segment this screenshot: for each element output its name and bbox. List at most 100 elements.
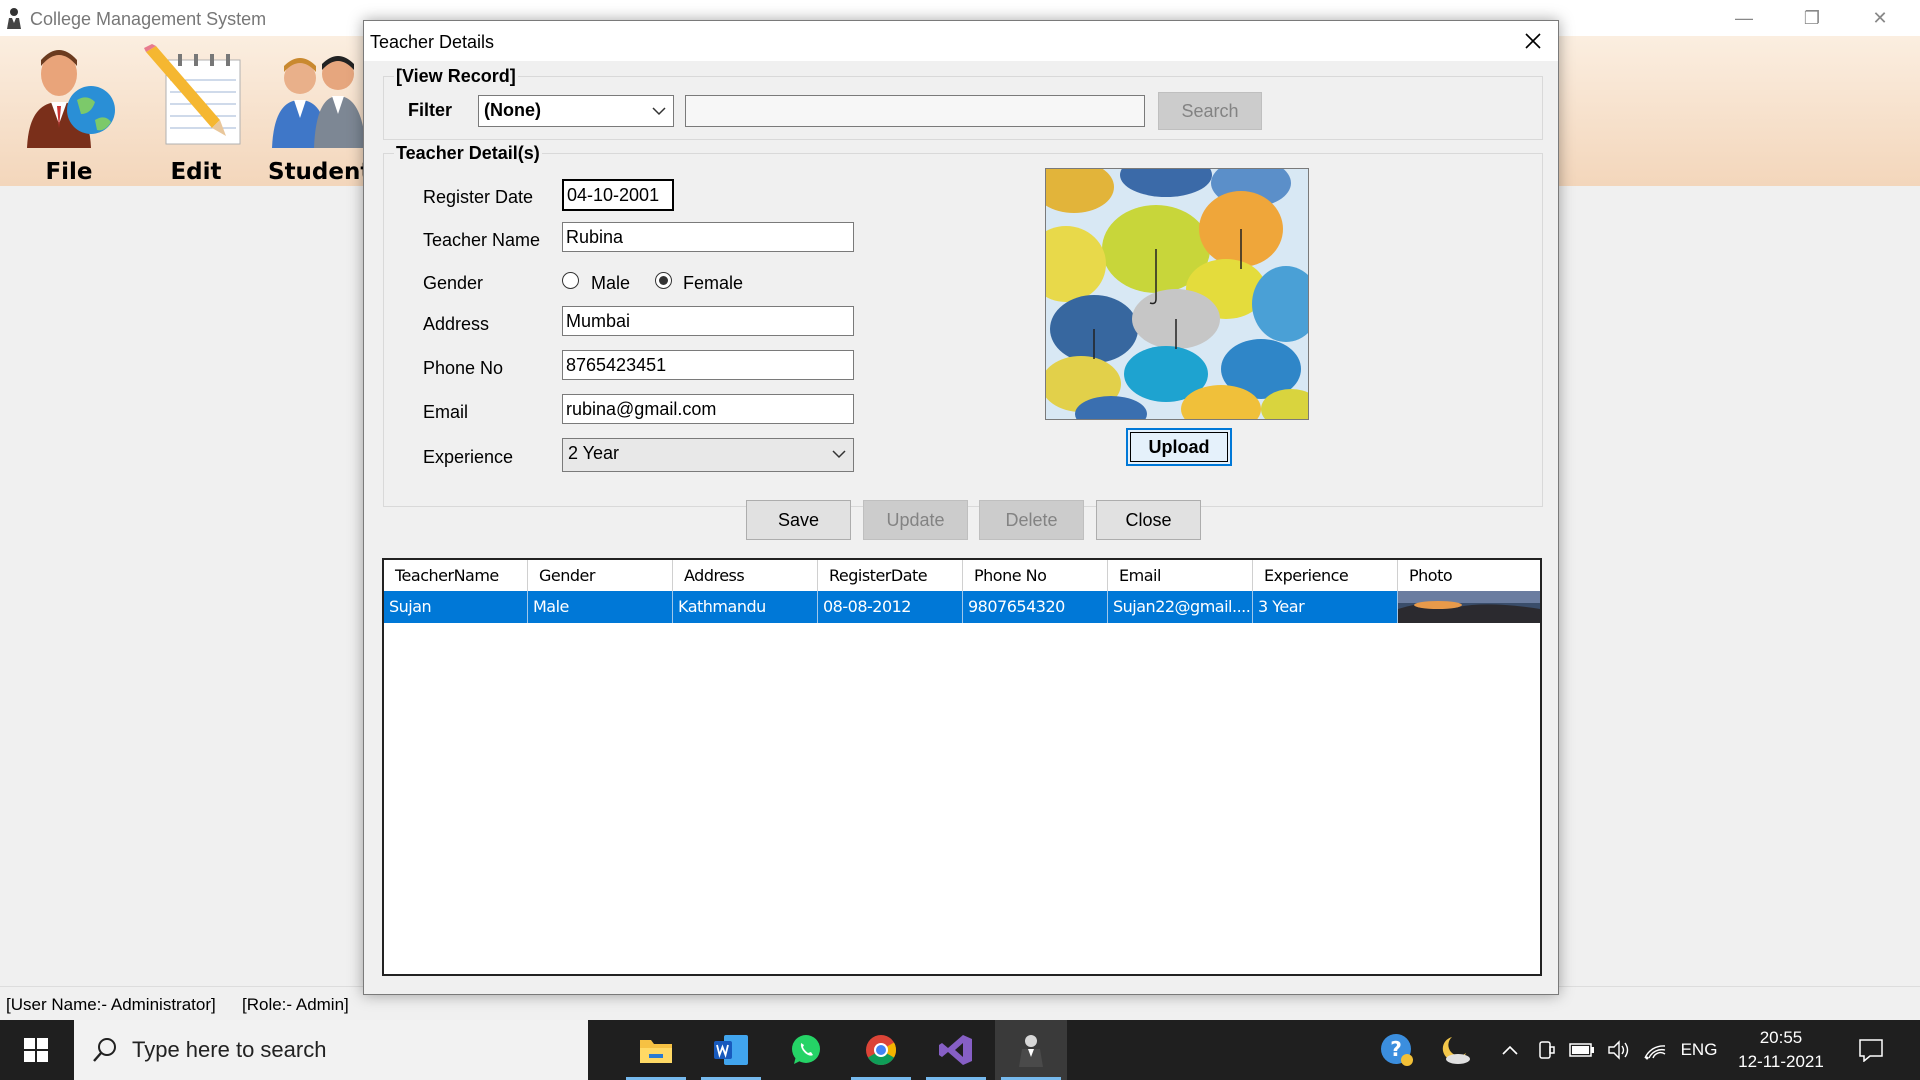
close-button[interactable]: ✕ <box>1846 0 1914 36</box>
start-button[interactable] <box>0 1020 72 1080</box>
cell-teachername[interactable]: Sujan <box>384 591 528 623</box>
table-row[interactable]: Sujan Male Kathmandu 08-08-2012 98076543… <box>384 591 1540 623</box>
taskbar-visual-studio[interactable] <box>920 1020 992 1080</box>
filter-label: Filter <box>408 100 453 120</box>
chevron-down-icon <box>832 450 846 459</box>
phone-field[interactable]: 8765423451 <box>562 350 854 380</box>
email-field[interactable]: rubina@gmail.com <box>562 394 854 424</box>
word-icon <box>714 1035 748 1065</box>
toolbar-file[interactable]: File <box>14 44 124 185</box>
cell-phone[interactable]: 9807654320 <box>963 591 1108 623</box>
column-header-registerdate[interactable]: RegisterDate <box>818 560 963 591</box>
taskbar: Type here to search ? ENG 20:55 12-11-20… <box>0 1020 1920 1080</box>
students-icon <box>272 56 366 148</box>
experience-dropdown[interactable]: 2 Year <box>562 438 854 472</box>
register-date-field[interactable]: 04-10-2001 <box>562 179 674 211</box>
taskbar-file-explorer[interactable] <box>620 1020 692 1080</box>
toolbar-student-label: Student <box>268 159 372 185</box>
gender-female-radio[interactable] <box>655 272 672 289</box>
tray-chevron-up[interactable] <box>1496 1020 1524 1080</box>
app-icon <box>7 8 21 29</box>
minimize-button[interactable]: — <box>1710 0 1778 36</box>
gender-male-radio[interactable] <box>562 272 579 289</box>
tray-language[interactable]: ENG <box>1676 1020 1722 1080</box>
column-header-phone[interactable]: Phone No <box>963 560 1108 591</box>
view-record-group: [View Record] Filter (None) Search <box>383 66 1543 140</box>
experience-value: 2 Year <box>568 443 620 463</box>
battery-icon <box>1569 1043 1594 1057</box>
phone-label: Phone No <box>423 358 504 378</box>
update-button[interactable]: Update <box>863 500 968 540</box>
filter-value: (None) <box>484 100 541 120</box>
status-role: [Role:- Admin] <box>242 995 349 1014</box>
moon-cloud-icon <box>1442 1037 1470 1064</box>
chevron-down-icon <box>652 107 666 116</box>
toolbar-file-label: File <box>45 159 93 185</box>
taskbar-chrome[interactable] <box>845 1020 917 1080</box>
visual-studio-icon <box>939 1035 972 1065</box>
cell-email[interactable]: Sujan22@gmail.... <box>1108 591 1253 623</box>
column-header-teachername[interactable]: TeacherName <box>384 560 528 591</box>
address-field[interactable]: Mumbai <box>562 306 854 336</box>
notification-icon <box>1859 1039 1883 1062</box>
cell-experience[interactable]: 3 Year <box>1253 591 1398 623</box>
gender-male-label[interactable]: Male <box>591 273 630 294</box>
tray-device[interactable] <box>1532 1020 1560 1080</box>
device-icon <box>1539 1041 1555 1059</box>
cell-gender[interactable]: Male <box>528 591 673 623</box>
teacher-name-field[interactable]: Rubina <box>562 222 854 252</box>
delete-button[interactable]: Delete <box>979 500 1084 540</box>
dialog-close-button[interactable] <box>1514 25 1552 57</box>
column-header-experience[interactable]: Experience <box>1253 560 1398 591</box>
taskbar-college-management[interactable] <box>995 1020 1067 1080</box>
restore-button[interactable]: ❐ <box>1778 0 1846 36</box>
column-header-photo[interactable]: Photo <box>1398 560 1540 591</box>
tray-battery[interactable] <box>1566 1020 1598 1080</box>
register-date-label: Register Date <box>423 187 534 207</box>
teacher-details-group: Teacher Detail(s) Register Date 04-10-20… <box>383 143 1543 507</box>
upload-button[interactable]: Upload <box>1126 428 1232 466</box>
tray-weather[interactable] <box>1432 1020 1478 1080</box>
upload-button-label: Upload <box>1148 436 1210 457</box>
notepad-pencil-icon <box>144 44 241 145</box>
tray-help[interactable]: ? <box>1374 1020 1420 1080</box>
cell-registerdate[interactable]: 08-08-2012 <box>818 591 963 623</box>
minimize-icon: — <box>1735 7 1753 28</box>
toolbar-edit[interactable]: Edit <box>141 44 251 185</box>
app-title: College Management System <box>30 9 267 29</box>
restore-icon: ❐ <box>1803 7 1821 28</box>
taskbar-word[interactable] <box>695 1020 767 1080</box>
clock-date: 12-11-2021 <box>1738 1052 1824 1071</box>
help-icon: ? <box>1381 1034 1413 1066</box>
chevron-up-icon <box>1502 1045 1518 1055</box>
close-dialog-button[interactable]: Close <box>1096 500 1201 540</box>
toolbar-student[interactable]: Student <box>268 44 372 185</box>
save-button[interactable]: Save <box>746 500 851 540</box>
tray-volume[interactable] <box>1604 1020 1634 1080</box>
tray-clock[interactable]: 20:55 12-11-2021 <box>1728 1026 1834 1074</box>
dialog-titlebar: Teacher Details <box>364 21 1558 61</box>
cell-photo[interactable] <box>1398 591 1540 623</box>
teacher-grid[interactable]: TeacherName Gender Address RegisterDate … <box>382 558 1542 976</box>
filter-dropdown[interactable]: (None) <box>478 95 674 127</box>
folder-icon <box>640 1040 672 1063</box>
gender-female-label[interactable]: Female <box>683 273 743 294</box>
taskbar-search[interactable]: Type here to search <box>74 1020 588 1080</box>
cell-address[interactable]: Kathmandu <box>673 591 818 623</box>
tray-wifi[interactable] <box>1640 1020 1670 1080</box>
volume-icon <box>1608 1040 1629 1060</box>
svg-text:?: ? <box>1390 1037 1402 1061</box>
gender-label: Gender <box>423 273 484 293</box>
address-label: Address <box>423 314 490 334</box>
column-header-email[interactable]: Email <box>1108 560 1253 591</box>
filter-search-input[interactable] <box>685 95 1145 127</box>
close-icon: ✕ <box>1872 7 1888 28</box>
search-placeholder: Type here to search <box>132 1037 327 1062</box>
column-header-gender[interactable]: Gender <box>528 560 673 591</box>
search-button[interactable]: Search <box>1158 92 1262 130</box>
taskbar-whatsapp[interactable] <box>770 1020 842 1080</box>
teacher-details-label: Teacher Detail(s) <box>394 143 542 164</box>
toolbar-edit-label: Edit <box>170 159 222 185</box>
tray-notifications[interactable] <box>1846 1020 1896 1080</box>
column-header-address[interactable]: Address <box>673 560 818 591</box>
